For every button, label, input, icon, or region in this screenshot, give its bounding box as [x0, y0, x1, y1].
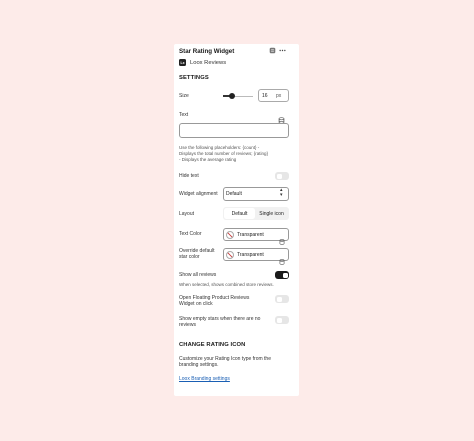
stack-icon[interactable]	[269, 47, 276, 54]
text-color-label: Text Color	[179, 231, 202, 237]
text-label: Text	[179, 112, 189, 118]
hide-text-label: Hide text	[179, 173, 199, 179]
select-chevron-icon: ▴ ▾	[280, 187, 283, 198]
show-all-reviews-label: Show all reviews	[179, 272, 217, 278]
layout-option-default[interactable]: Default	[224, 208, 255, 219]
text-hint-line-1: Use the following placeholders: {count} …	[179, 145, 260, 150]
size-slider-thumb[interactable]	[229, 93, 235, 99]
open-floating-label-2: Widget on click	[179, 301, 213, 307]
transparent-swatch-icon	[226, 250, 234, 259]
override-star-color-label-2: star color	[179, 254, 200, 260]
database-icon[interactable]	[279, 232, 285, 245]
change-rating-icon-desc-2: branding settings.	[179, 362, 219, 368]
open-floating-toggle[interactable]	[275, 295, 289, 303]
show-empty-stars-toggle[interactable]	[275, 316, 289, 324]
hide-text-toggle[interactable]	[275, 172, 289, 180]
show-all-reviews-hint: When selected, shows combined store revi…	[179, 282, 274, 287]
layout-label: Layout	[179, 211, 195, 217]
database-icon[interactable]	[278, 111, 285, 124]
more-options-icon[interactable]	[279, 47, 286, 54]
size-label: Size	[179, 93, 189, 99]
widget-alignment-label: Widget alignment	[179, 191, 218, 197]
text-color-value: Transparent	[237, 232, 264, 238]
panel-title: Star Rating Widget	[179, 48, 235, 55]
change-rating-icon-heading: CHANGE RATING ICON	[179, 342, 246, 348]
database-icon[interactable]	[279, 252, 285, 265]
text-hint-line-3: - Displays the average rating	[179, 157, 237, 162]
show-empty-stars-label-2: reviews	[179, 322, 196, 328]
size-unit: px	[276, 93, 282, 99]
loox-branding-settings-link[interactable]: Loox Branding settings	[179, 376, 230, 382]
show-all-reviews-toggle[interactable]	[275, 271, 289, 279]
text-hint-line-2: Displays the total number of reviews; {r…	[179, 151, 269, 156]
size-value: 16	[262, 93, 268, 99]
star-color-value: Transparent	[237, 252, 264, 258]
loox-logo: Lx	[179, 59, 186, 66]
layout-option-single-icon[interactable]: Single icon	[255, 208, 288, 219]
widget-alignment-value: Default	[226, 191, 242, 197]
app-name: Loox Reviews	[190, 60, 227, 66]
settings-panel: Star Rating Widget Lx Loox Reviews SETTI…	[174, 44, 299, 396]
settings-heading: SETTINGS	[179, 75, 209, 81]
text-input[interactable]	[179, 123, 289, 138]
transparent-swatch-icon	[226, 230, 234, 239]
